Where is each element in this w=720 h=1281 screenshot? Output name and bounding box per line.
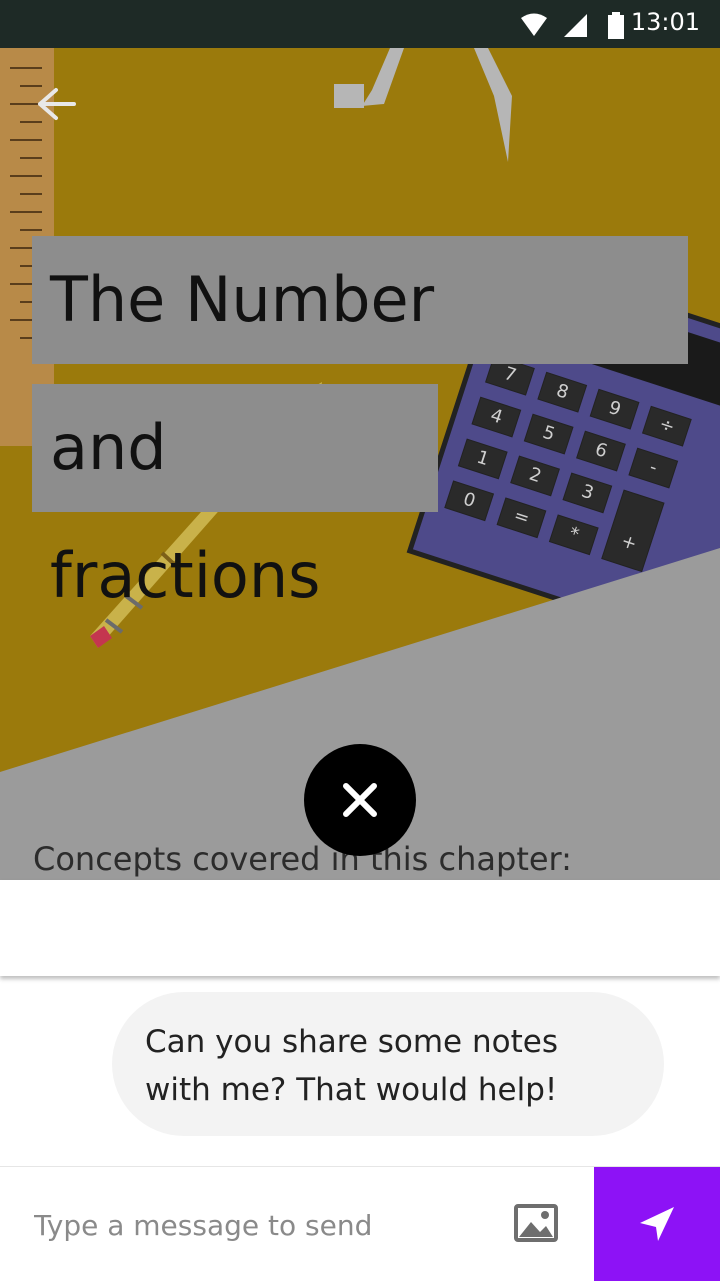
message-input[interactable] [32, 1199, 486, 1251]
back-arrow-icon[interactable] [34, 86, 78, 122]
message-composer [0, 1166, 720, 1281]
wifi-icon [521, 13, 547, 36]
close-button[interactable] [304, 744, 416, 856]
send-icon [640, 1207, 674, 1241]
chapter-title-line-1: The Number System [32, 236, 688, 464]
chat-message-text: Can you share some notes with me? That w… [145, 1024, 558, 1108]
status-time: 13:01 [630, 8, 700, 36]
send-button[interactable] [594, 1167, 720, 1281]
chapter-title-line-2: and fractions [32, 384, 438, 612]
compass-illustration [334, 48, 512, 162]
signal-icon [564, 14, 587, 37]
card-bottom [0, 880, 720, 976]
close-icon [343, 783, 377, 817]
concepts-heading: Concepts covered in this chapter: [33, 840, 572, 878]
battery-icon [608, 12, 624, 39]
chat-message-bubble: Can you share some notes with me? That w… [112, 992, 664, 1136]
status-bar: 13:01 [0, 0, 720, 48]
image-attach-icon[interactable] [514, 1204, 558, 1242]
